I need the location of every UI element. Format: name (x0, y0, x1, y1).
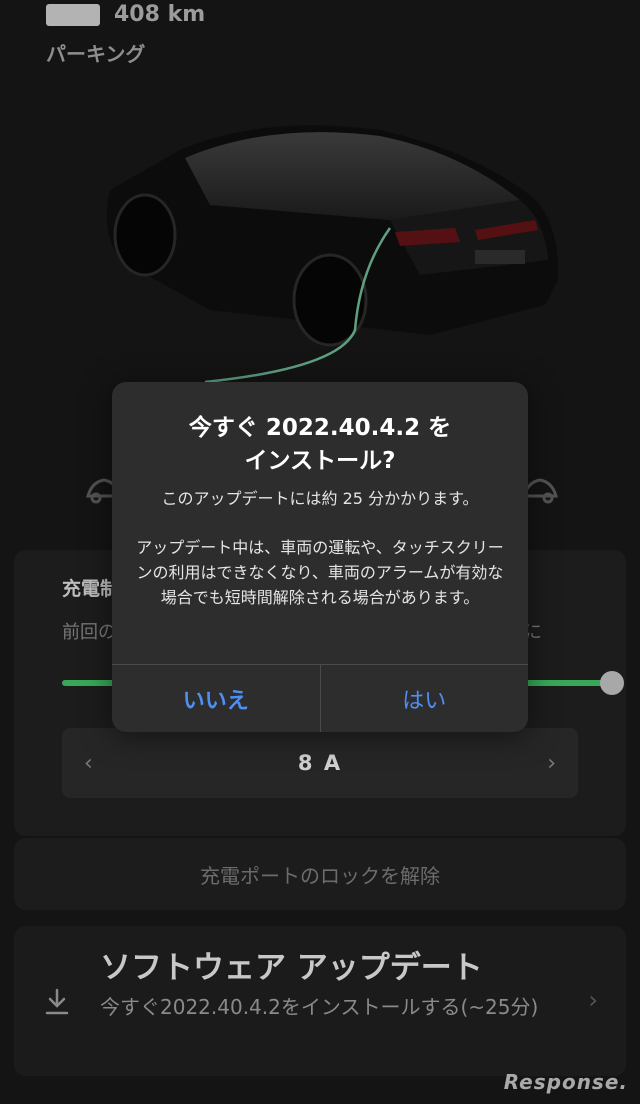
software-update-item[interactable]: ソフトウェア アップデート 今すぐ2022.40.4.2をインストールする(~2… (14, 926, 626, 1076)
dialog-warning-text: アップデート中は、車両の運転や、タッチスクリーンの利用はできなくなり、車両のアラ… (136, 538, 504, 607)
charge-limit-slider-thumb[interactable] (600, 671, 624, 695)
install-update-dialog: 今すぐ 2022.40.4.2 を インストール? このアップデートには約 25… (112, 382, 528, 732)
gear-state-label: パーキング (46, 42, 146, 66)
charge-current-stepper: ‹ 8 A › (62, 728, 578, 798)
dialog-title: 今すぐ 2022.40.4.2 を インストール? (122, 412, 518, 478)
chevron-right-icon: › (588, 986, 598, 1014)
unlock-port-label: 充電ポートのロックを解除 (200, 863, 440, 888)
dialog-button-row: いいえ はい (112, 664, 528, 732)
dialog-body: このアップデートには約 25 分かかります。 アップデート中は、車両の運転や、タ… (134, 486, 506, 610)
download-icon (45, 988, 69, 1015)
car-image (106, 125, 559, 384)
no-button[interactable]: いいえ (112, 665, 321, 732)
charge-limit-subtitle: 前回の (62, 622, 112, 643)
chevron-right-icon[interactable]: › (547, 751, 556, 776)
charge-current-value: 8 A (297, 751, 343, 775)
watermark: Response. (503, 1070, 628, 1094)
unlock-port-button[interactable]: 充電ポートのロックを解除 (14, 838, 626, 910)
chevron-left-icon[interactable]: ‹ (84, 751, 93, 776)
software-update-title: ソフトウェア アップデート (100, 950, 483, 986)
dialog-title-line2: インストール? (244, 448, 396, 474)
range-readout: 408 km (114, 2, 206, 27)
battery-icon (46, 3, 100, 26)
status-bar: 408 km (46, 2, 205, 27)
dialog-title-line1: 今すぐ 2022.40.4.2 を (188, 415, 452, 441)
yes-button[interactable]: はい (321, 665, 529, 732)
software-update-description: 今すぐ2022.40.4.2をインストールする(~25分) (100, 995, 539, 1019)
dialog-duration-text: このアップデートには約 25 分かかります。 (161, 489, 479, 508)
